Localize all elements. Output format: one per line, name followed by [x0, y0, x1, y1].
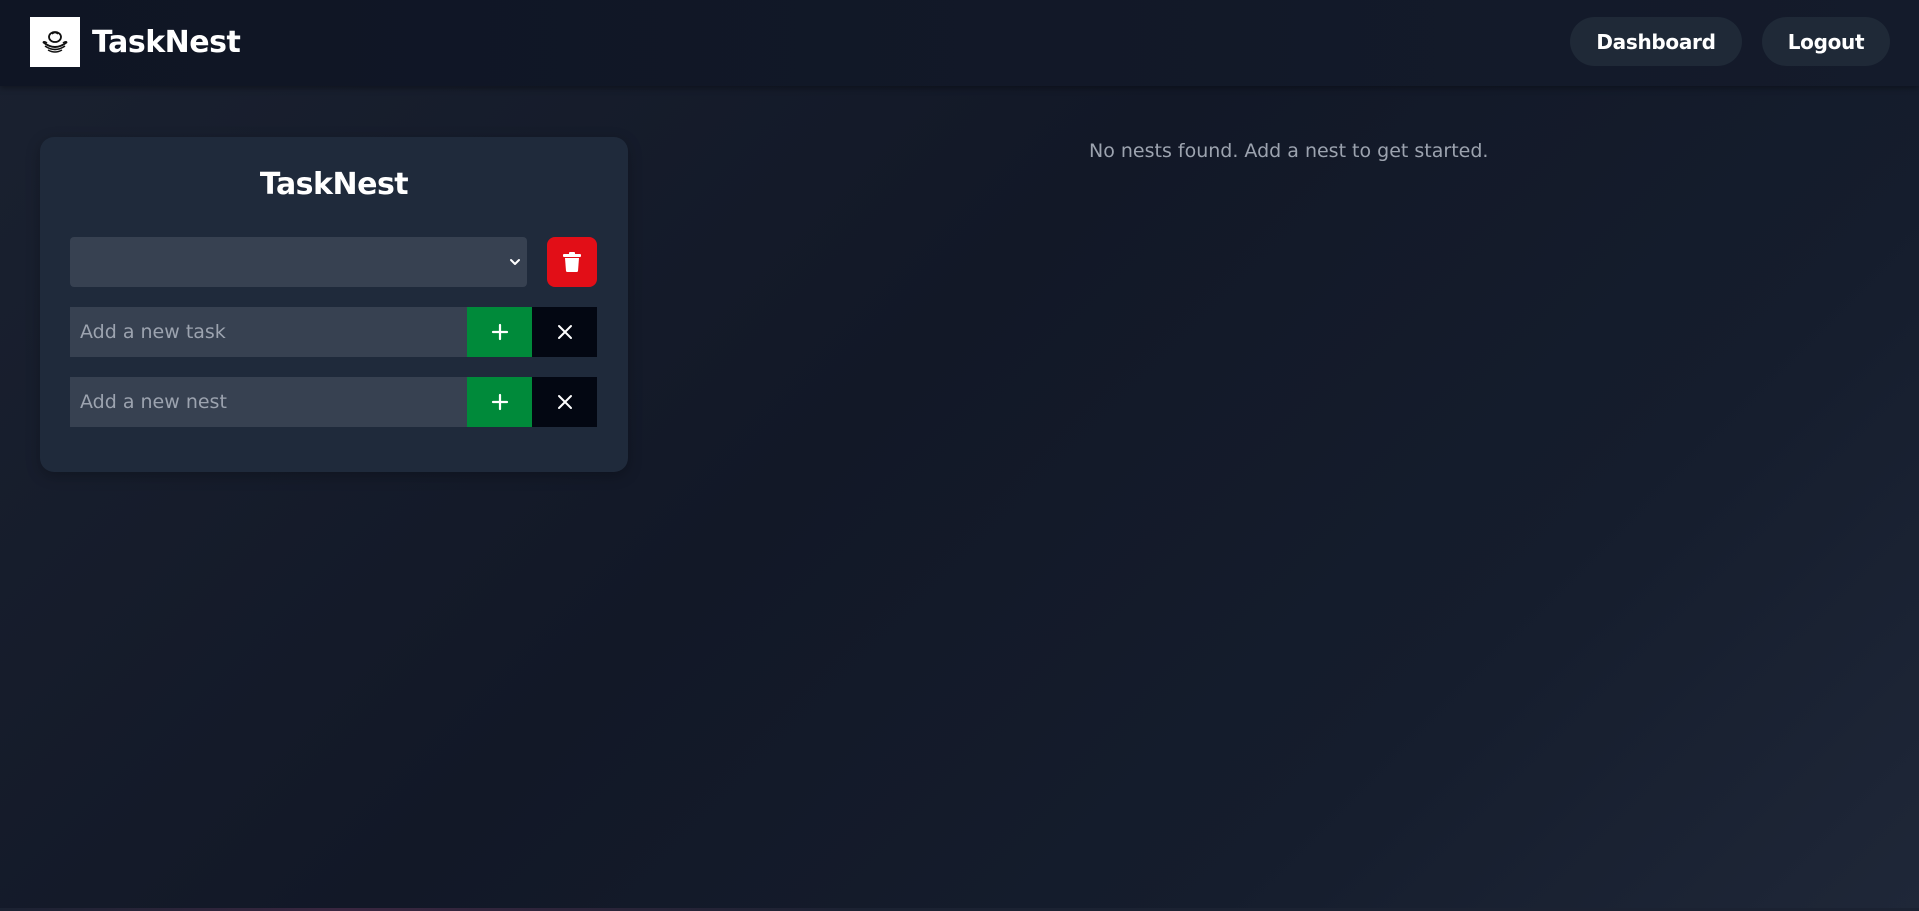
- nest-input-row: [70, 377, 597, 427]
- clear-nest-button[interactable]: [532, 377, 597, 427]
- nest-egg-icon[interactable]: [30, 17, 80, 67]
- brand-title[interactable]: TaskNest: [92, 25, 241, 60]
- nest-input[interactable]: [70, 377, 467, 427]
- close-icon: [557, 325, 572, 339]
- dashboard-button[interactable]: Dashboard: [1570, 17, 1742, 66]
- chevron-down-icon: [510, 259, 520, 265]
- delete-nest-button[interactable]: [547, 237, 597, 287]
- top-navbar: TaskNest Dashboard Logout: [0, 0, 1919, 86]
- brand[interactable]: TaskNest: [30, 17, 241, 67]
- empty-nests-message: No nests found. Add a nest to get starte…: [1089, 140, 1489, 162]
- close-icon: [557, 395, 572, 409]
- nest-logo-graphic: [42, 31, 68, 53]
- nest-select[interactable]: [70, 237, 527, 287]
- logout-button[interactable]: Logout: [1762, 17, 1890, 66]
- trash-icon: [563, 252, 581, 272]
- task-input-row: [70, 307, 597, 357]
- task-input[interactable]: [70, 307, 467, 357]
- task-panel: TaskNest: [40, 137, 628, 472]
- add-task-button[interactable]: [467, 307, 532, 357]
- plus-icon: [491, 393, 508, 411]
- plus-icon: [491, 323, 508, 341]
- add-nest-button[interactable]: [467, 377, 532, 427]
- panel-title: TaskNest: [259, 167, 409, 202]
- clear-task-button[interactable]: [532, 307, 597, 357]
